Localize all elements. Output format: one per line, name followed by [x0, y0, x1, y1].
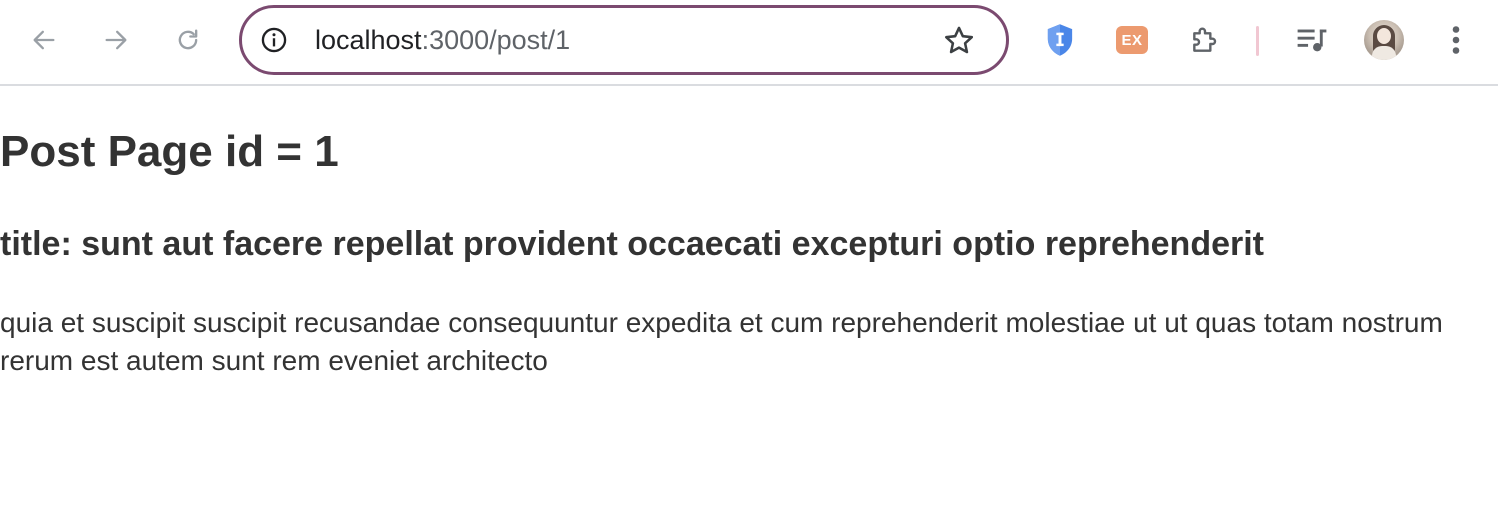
media-queue-icon[interactable] — [1294, 22, 1330, 58]
reload-button[interactable] — [168, 20, 208, 60]
site-info-icon[interactable] — [260, 26, 288, 54]
back-button[interactable] — [24, 20, 64, 60]
url-host: localhost — [315, 25, 422, 55]
shield-extension-icon[interactable] — [1042, 22, 1078, 58]
post-title: title: sunt aut facere repellat providen… — [0, 225, 1264, 263]
ex-extension-button[interactable]: EX — [1114, 22, 1150, 58]
forward-arrow-icon — [105, 30, 127, 50]
post-body: quia et suscipit suscipit recusandae con… — [0, 307, 1443, 376]
page-heading: Post Page id = 1 — [0, 127, 339, 176]
toolbar-divider — [1256, 26, 1259, 56]
puzzle-extensions-icon[interactable] — [1187, 22, 1223, 58]
address-bar[interactable]: localhost:3000/post/1 — [239, 5, 1009, 75]
browser-toolbar: localhost:3000/post/1 EX — [0, 0, 1498, 86]
forward-button[interactable] — [96, 20, 136, 60]
url-text[interactable]: localhost:3000/post/1 — [315, 24, 570, 56]
reload-icon — [178, 29, 198, 50]
url-path: :3000/post/1 — [421, 25, 571, 55]
back-arrow-icon — [33, 30, 55, 50]
bookmark-star-icon[interactable] — [942, 24, 976, 58]
ex-extension-label: EX — [1116, 26, 1148, 54]
profile-avatar[interactable] — [1364, 20, 1404, 60]
more-menu-icon[interactable] — [1438, 22, 1474, 58]
